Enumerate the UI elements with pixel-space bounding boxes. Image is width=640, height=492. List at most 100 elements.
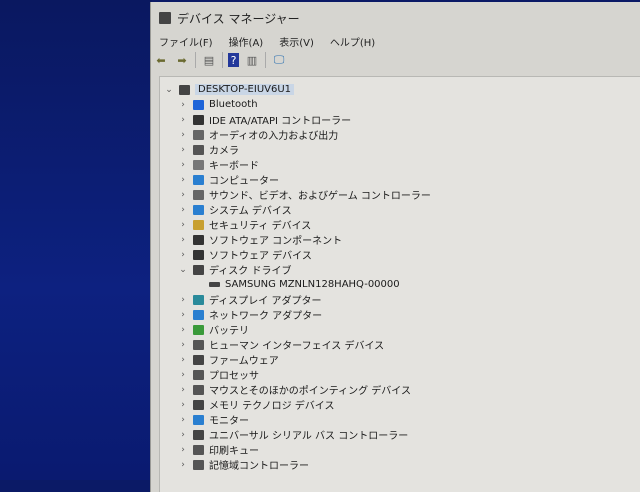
tree-item[interactable]: › バッテリ xyxy=(177,322,249,337)
chevron-right-icon[interactable]: › xyxy=(177,130,189,140)
chevron-right-icon[interactable]: › xyxy=(177,325,189,335)
computer-icon xyxy=(193,174,204,185)
properties-icon[interactable]: ▤ xyxy=(201,53,217,67)
tree-item[interactable]: › システム デバイス xyxy=(177,202,292,217)
tree-item-label: サウンド、ビデオ、およびゲーム コントローラー xyxy=(209,191,431,202)
chevron-right-icon[interactable]: › xyxy=(177,250,189,260)
chevron-right-icon[interactable]: › xyxy=(177,400,189,410)
tree-item[interactable]: › ユニバーサル シリアル バス コントローラー xyxy=(177,427,408,442)
tree-item-label: Bluetooth xyxy=(209,99,258,110)
action-pane-icon[interactable]: ▥ xyxy=(244,53,260,67)
window-title: デバイス マネージャー xyxy=(177,11,300,26)
menu-help[interactable]: ヘルプ(H) xyxy=(330,34,375,49)
chevron-right-icon[interactable]: › xyxy=(177,235,189,245)
tree-item-label: ヒューマン インターフェイス デバイス xyxy=(209,341,385,352)
toolbar: ⬅ ➡ ▤ ? ▥ 🖵 xyxy=(153,52,287,68)
back-arrow-icon[interactable]: ⬅ xyxy=(153,53,169,67)
menu-view[interactable]: 表示(V) xyxy=(279,34,314,49)
usb-icon xyxy=(193,429,204,440)
device-tree[interactable]: ⌄ DESKTOP-EIUV6U1 › Bluetooth › IDE ATA/ATA… xyxy=(159,76,640,492)
chevron-right-icon[interactable]: › xyxy=(177,355,189,365)
desktop-background xyxy=(0,0,152,480)
bluetooth-icon xyxy=(193,99,204,110)
camera-icon xyxy=(193,144,204,155)
tree-item-label: ユニバーサル シリアル バス コントローラー xyxy=(209,431,409,442)
forward-arrow-icon[interactable]: ➡ xyxy=(174,53,190,67)
tree-item[interactable]: › ネットワーク アダプター xyxy=(177,307,322,322)
chevron-right-icon[interactable]: › xyxy=(177,460,189,470)
chevron-right-icon[interactable]: › xyxy=(177,445,189,455)
tree-item[interactable]: › ディスプレイ アダプター xyxy=(177,292,321,307)
computer-root-icon xyxy=(179,84,190,95)
chevron-right-icon[interactable]: › xyxy=(177,100,189,110)
tree-item[interactable]: › 印刷キュー xyxy=(177,442,259,457)
tree-item-label: ファームウェア xyxy=(209,356,279,367)
chevron-right-icon[interactable]: › xyxy=(177,430,189,440)
hid-icon xyxy=(193,339,204,350)
title-bar: デバイス マネージャー xyxy=(159,8,300,28)
help-icon[interactable]: ? xyxy=(228,53,239,67)
chevron-right-icon[interactable]: › xyxy=(177,295,189,305)
software-device-icon xyxy=(193,249,204,260)
device-manager-icon xyxy=(159,12,171,24)
tree-item[interactable]: › オーディオの入力および出力 xyxy=(177,127,338,142)
tree-item[interactable]: › Bluetooth xyxy=(177,97,258,112)
chevron-right-icon[interactable]: › xyxy=(177,190,189,200)
tree-item[interactable]: › プロセッサ xyxy=(177,367,259,382)
disk-icon xyxy=(209,282,220,287)
tree-item[interactable]: › カメラ xyxy=(177,142,239,157)
monitor-icon xyxy=(193,414,204,425)
tree-item-label: コンピューター xyxy=(209,176,279,187)
mouse-icon xyxy=(193,384,204,395)
tree-item[interactable]: › ファームウェア xyxy=(177,352,279,367)
tree-item-label: オーディオの入力および出力 xyxy=(209,131,339,142)
tree-item-label: マウスとそのほかのポインティング デバイス xyxy=(209,386,411,397)
tree-item[interactable]: › サウンド、ビデオ、およびゲーム コントローラー xyxy=(177,187,431,202)
chevron-right-icon[interactable]: › xyxy=(177,145,189,155)
tree-item[interactable]: › IDE ATA/ATAPI コントローラー xyxy=(177,112,351,127)
tree-item[interactable]: › モニター xyxy=(177,412,249,427)
tree-child-label: SAMSUNG MZNLN128HAHQ-00000 xyxy=(225,279,400,290)
tree-item-label: IDE ATA/ATAPI コントローラー xyxy=(209,116,352,127)
tree-item[interactable]: › セキュリティ デバイス xyxy=(177,217,311,232)
security-device-icon xyxy=(193,219,204,230)
tree-item-label: 記憶域コントローラー xyxy=(209,461,309,472)
menu-file[interactable]: ファイル(F) xyxy=(159,34,213,49)
chevron-right-icon[interactable]: › xyxy=(177,220,189,230)
tree-item[interactable]: ⌄ ディスク ドライブ xyxy=(177,262,291,277)
toolbar-divider xyxy=(222,52,223,68)
tree-item-label: ネットワーク アダプター xyxy=(209,311,323,322)
chevron-down-icon[interactable]: ⌄ xyxy=(163,85,175,95)
chevron-down-icon[interactable]: ⌄ xyxy=(177,265,189,275)
chevron-right-icon[interactable]: › xyxy=(177,385,189,395)
tree-item[interactable]: › ソフトウェア コンポーネント xyxy=(177,232,342,247)
speaker-icon xyxy=(193,129,204,140)
menu-action[interactable]: 操作(A) xyxy=(229,34,264,49)
chevron-right-icon[interactable]: › xyxy=(177,370,189,380)
sound-icon xyxy=(193,189,204,200)
tree-item[interactable]: › キーボード xyxy=(177,157,259,172)
chevron-right-icon[interactable]: › xyxy=(177,115,189,125)
chevron-right-icon[interactable]: › xyxy=(177,205,189,215)
software-component-icon xyxy=(193,234,204,245)
tree-root[interactable]: ⌄ DESKTOP-EIUV6U1 xyxy=(163,82,295,97)
chevron-right-icon[interactable]: › xyxy=(177,415,189,425)
chevron-right-icon[interactable]: › xyxy=(177,340,189,350)
chevron-right-icon[interactable]: › xyxy=(177,160,189,170)
chevron-right-icon[interactable]: › xyxy=(177,175,189,185)
tree-item[interactable]: › ソフトウェア デバイス xyxy=(177,247,312,262)
chevron-right-icon[interactable]: › xyxy=(177,310,189,320)
system-device-icon xyxy=(193,204,204,215)
monitor-scan-icon[interactable]: 🖵 xyxy=(271,53,287,67)
tree-item-label: バッテリ xyxy=(209,326,249,337)
tree-item[interactable]: › マウスとそのほかのポインティング デバイス xyxy=(177,382,411,397)
network-adapter-icon xyxy=(193,309,204,320)
tree-item[interactable]: › メモリ テクノロジ デバイス xyxy=(177,397,334,412)
tree-item[interactable]: › 記憶域コントローラー xyxy=(177,457,309,472)
device-manager-window: デバイス マネージャー ファイル(F) 操作(A) 表示(V) ヘルプ(H) ⬅… xyxy=(150,2,640,492)
tree-item[interactable]: › ヒューマン インターフェイス デバイス xyxy=(177,337,384,352)
printer-icon xyxy=(193,444,204,455)
tree-child-item[interactable]: SAMSUNG MZNLN128HAHQ-00000 xyxy=(205,277,400,292)
display-adapter-icon xyxy=(193,294,204,305)
tree-item[interactable]: › コンピューター xyxy=(177,172,279,187)
